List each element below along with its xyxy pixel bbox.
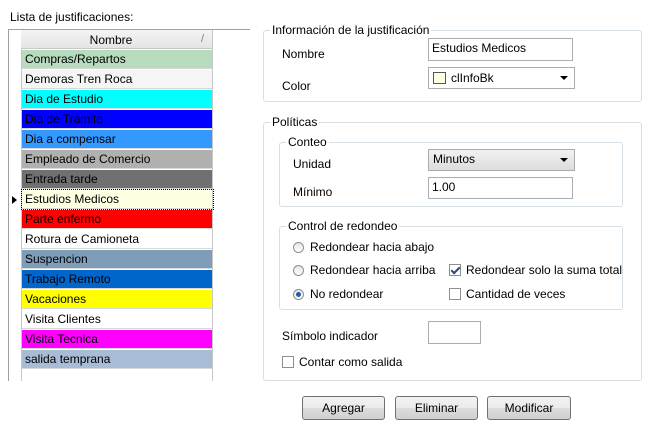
sort-indicator-icon: / — [200, 33, 204, 45]
list-item[interactable]: Compras/Repartos — [22, 50, 213, 69]
round-total-label[interactable]: Redondear solo la suma total — [466, 263, 622, 277]
column-header-label: Nombre — [89, 33, 133, 47]
list-item[interactable]: Visita Clientes — [22, 310, 213, 329]
list-item[interactable]: Suspencion — [22, 250, 213, 269]
unit-select[interactable]: Minutos — [428, 149, 575, 171]
list-title: Lista de justificaciones: — [10, 10, 134, 24]
list-item[interactable]: Dia a compensar — [22, 130, 213, 149]
conteo-group-title: Conteo — [286, 135, 329, 149]
no-rounding-label[interactable]: No redondear — [310, 287, 383, 301]
list-item[interactable]: Estudios Medicos — [21, 189, 214, 210]
rounding-group-title: Control de redondeo — [286, 219, 400, 233]
list-item[interactable]: Empleado de Comercio — [22, 150, 213, 169]
list-item[interactable]: Entrada tarde — [22, 170, 213, 189]
round-total-checkbox[interactable] — [449, 264, 461, 276]
symbol-input[interactable] — [428, 321, 481, 344]
no-rounding-radio[interactable] — [293, 289, 304, 300]
color-select-value: clInfoBk — [451, 71, 494, 85]
add-button[interactable]: Agregar — [302, 396, 385, 420]
name-input[interactable]: Estudios Medicos — [428, 38, 573, 61]
info-group-title: Información de la justificación — [270, 23, 432, 37]
list-item[interactable]: Parte enfermo — [22, 210, 213, 229]
chevron-down-icon — [560, 76, 568, 80]
color-label: Color — [282, 79, 311, 93]
column-header-nombre[interactable]: Nombre / — [21, 30, 212, 49]
round-up-radio[interactable] — [293, 265, 304, 276]
round-down-radio[interactable] — [293, 242, 304, 253]
unit-label: Unidad — [293, 157, 332, 171]
list-item[interactable]: Demoras Tren Roca — [22, 70, 213, 89]
list-item[interactable]: salida temprana — [22, 350, 213, 369]
name-label: Nombre — [282, 47, 325, 61]
policies-group-title: Políticas — [270, 115, 320, 129]
minimum-input[interactable]: 1.00 — [428, 177, 573, 199]
list-item[interactable]: Vacaciones — [22, 290, 213, 309]
list-item[interactable]: Dia de Tramite — [22, 110, 213, 129]
grid-right-border — [212, 30, 213, 381]
list-item[interactable]: Visita Tecnica — [22, 330, 213, 349]
row-indicator-column — [9, 30, 22, 381]
times-count-label[interactable]: Cantidad de veces — [466, 287, 565, 301]
list-item[interactable]: Trabajo Remoto — [22, 270, 213, 289]
unit-select-value: Minutos — [433, 152, 476, 166]
color-swatch-icon — [433, 72, 446, 84]
color-select[interactable]: clInfoBk — [428, 67, 575, 89]
count-exit-checkbox[interactable] — [282, 356, 294, 368]
round-down-label[interactable]: Redondear hacia abajo — [310, 240, 434, 254]
delete-button[interactable]: Eliminar — [395, 396, 478, 420]
chevron-down-icon — [560, 158, 568, 162]
justifications-grid[interactable]: Nombre / Compras/Repartos Demoras Tren Ro… — [9, 30, 214, 381]
modify-button[interactable]: Modificar — [487, 396, 571, 420]
count-exit-label[interactable]: Contar como salida — [299, 355, 402, 369]
current-row-pointer-icon — [12, 196, 17, 204]
list-item[interactable]: Rotura de Camioneta — [22, 230, 213, 249]
symbol-label: Símbolo indicador — [282, 329, 379, 343]
minimum-label: Mínimo — [293, 185, 333, 199]
times-count-checkbox[interactable] — [449, 288, 461, 300]
round-up-label[interactable]: Redondear hacia arriba — [310, 263, 435, 277]
list-item[interactable]: Dia de Estudio — [22, 90, 213, 109]
